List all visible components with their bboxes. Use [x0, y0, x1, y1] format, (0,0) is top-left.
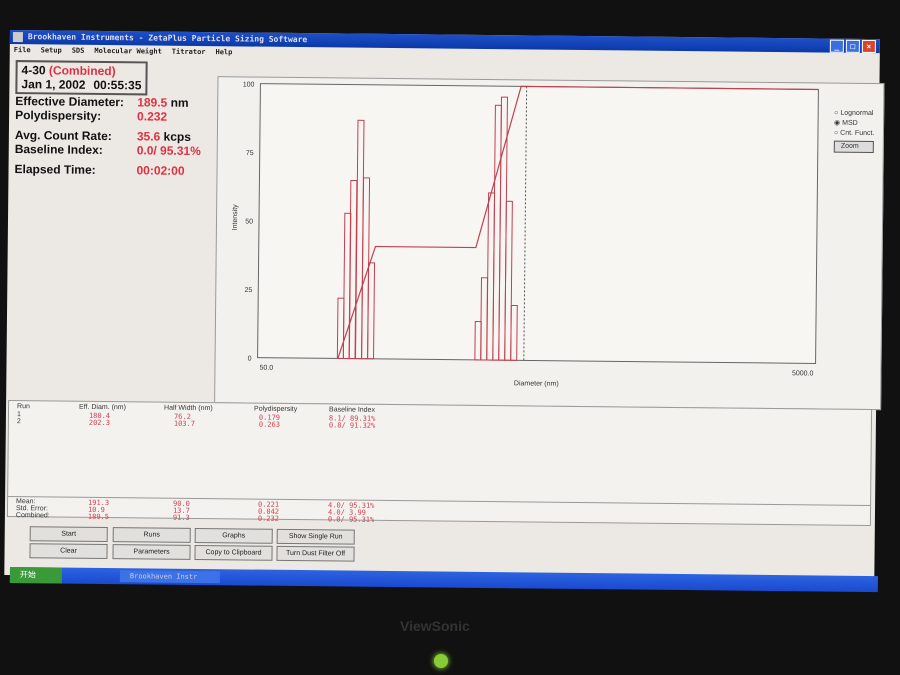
- menu-help[interactable]: Help: [215, 46, 232, 58]
- eff-diam-unit: nm: [170, 95, 189, 110]
- taskbar-item[interactable]: Brookhaven Instr: [119, 570, 220, 584]
- x-tick-label: 50.0: [259, 365, 273, 372]
- count-label: Avg. Count Rate:: [14, 128, 112, 144]
- table-cell: 2: [16, 418, 21, 426]
- window-title: Brookhaven Instruments - ZetaPlus Partic…: [27, 32, 308, 45]
- radio-cnt-funct[interactable]: ○ Cnt. Funct.: [834, 129, 875, 139]
- summary-cell: 0.0/ 95.31%: [327, 515, 375, 524]
- start-button[interactable]: 开始: [9, 567, 62, 584]
- combined-label: (Combined): [48, 63, 116, 79]
- sample-name: 4-30: [21, 63, 46, 78]
- show-single-run-button[interactable]: Show Single Run: [276, 528, 355, 545]
- count-unit: kcps: [163, 129, 192, 144]
- runs-table: Run Eff. Diam. (nm) Half Width (nm) Poly…: [6, 400, 873, 527]
- y-tick-label: 75: [246, 150, 254, 157]
- copy-to-clipboard-button[interactable]: Copy to Clipboard: [194, 544, 273, 561]
- clear-button[interactable]: Clear: [29, 543, 108, 560]
- chart-svg: 0 25 50 75 100 50.0 5000.0 Diameter (nm) Intensi…: [232, 81, 819, 388]
- x-tick-label: 5000.0: [792, 370, 814, 377]
- y-tick-label: 50: [245, 218, 253, 225]
- table-cell: 0.263: [258, 420, 281, 429]
- menu-setup[interactable]: Setup: [41, 44, 62, 56]
- eff-diam-value: 189.5: [137, 95, 168, 110]
- table-cell: 202.3: [88, 418, 111, 428]
- poly-label: Polydispersity:: [15, 108, 102, 123]
- start-button[interactable]: Start: [29, 526, 108, 543]
- x-axis-label: Diameter (nm): [514, 380, 559, 387]
- table-cell: 0.8/ 91.32%: [328, 421, 376, 430]
- y-tick-label: 0: [248, 356, 252, 363]
- turn-dust-filter-off-button[interactable]: Turn Dust Filter Off: [276, 545, 355, 562]
- radio-label: Cnt. Funct.: [840, 129, 875, 138]
- minimize-button[interactable]: _: [829, 39, 844, 53]
- y-tick-label: 25: [244, 287, 252, 294]
- graphs-button[interactable]: Graphs: [194, 527, 273, 544]
- summary-divider: [8, 496, 871, 507]
- radio-msd[interactable]: ◉ MSD: [834, 119, 875, 129]
- y-axis-label: Intensity: [232, 204, 239, 231]
- menu-titrator[interactable]: Titrator: [172, 46, 206, 58]
- col-eff-diam: Eff. Diam. (nm): [79, 403, 127, 412]
- app-icon: [12, 32, 23, 43]
- summary-cell: 0.232: [257, 514, 280, 523]
- baseline-value: 0.0/ 95.31%: [136, 143, 201, 159]
- radio-label: Lognormal: [840, 109, 874, 118]
- results-panel: 4-30 (Combined) Jan 1, 2002 00:55:35 Effe…: [14, 60, 201, 178]
- col-polydispersity: Polydispersity: [254, 405, 298, 414]
- radio-label: MSD: [842, 119, 858, 127]
- y-tick-label: 100: [243, 81, 255, 88]
- plot-area: [257, 83, 819, 364]
- table-cell: 1: [16, 411, 21, 419]
- monitor-brand-logo: ViewSonic: [400, 618, 470, 634]
- app-window: Brookhaven Instruments - ZetaPlus Partic…: [4, 30, 885, 585]
- summary-cell: 91.3: [172, 513, 190, 522]
- table-cell: 103.7: [173, 419, 196, 428]
- zoom-button[interactable]: Zoom: [833, 140, 875, 154]
- count-value: 35.6: [136, 129, 161, 144]
- col-half-width: Half Width (nm): [164, 404, 213, 413]
- summary-cell: Combined:: [15, 512, 50, 520]
- eff-diam-label: Effective Diameter:: [15, 94, 125, 110]
- menu-molecular-weight[interactable]: Molecular Weight: [94, 45, 162, 58]
- time: 00:55:35: [93, 77, 142, 93]
- menu-file[interactable]: File: [14, 44, 31, 56]
- maximize-button[interactable]: □: [845, 39, 860, 53]
- col-run: Run: [17, 403, 30, 411]
- menu-sds[interactable]: SDS: [72, 45, 85, 57]
- plot-options: ○ Lognormal ◉ MSD ○ Cnt. Funct. Zoom: [833, 109, 875, 154]
- elapsed-label: Elapsed Time:: [14, 162, 96, 177]
- radio-lognormal[interactable]: ○ Lognormal: [834, 109, 875, 119]
- date: Jan 1, 2002: [21, 77, 86, 92]
- col-baseline: Baseline Index: [329, 406, 375, 414]
- runs-button[interactable]: Runs: [112, 527, 191, 543]
- power-led: [434, 654, 448, 668]
- elapsed-value: 00:02:00: [136, 163, 185, 178]
- baseline-label: Baseline Index:: [14, 142, 103, 157]
- parameters-button[interactable]: Parameters: [112, 544, 191, 560]
- summary-cell: 189.5: [87, 512, 110, 522]
- sample-id-box: 4-30 (Combined) Jan 1, 2002 00:55:35: [15, 60, 148, 96]
- size-distribution-plot: 0 25 50 75 100 50.0 5000.0 Diameter (nm) Intensi…: [214, 76, 885, 411]
- close-button[interactable]: ×: [861, 39, 876, 54]
- poly-value: 0.232: [137, 109, 168, 124]
